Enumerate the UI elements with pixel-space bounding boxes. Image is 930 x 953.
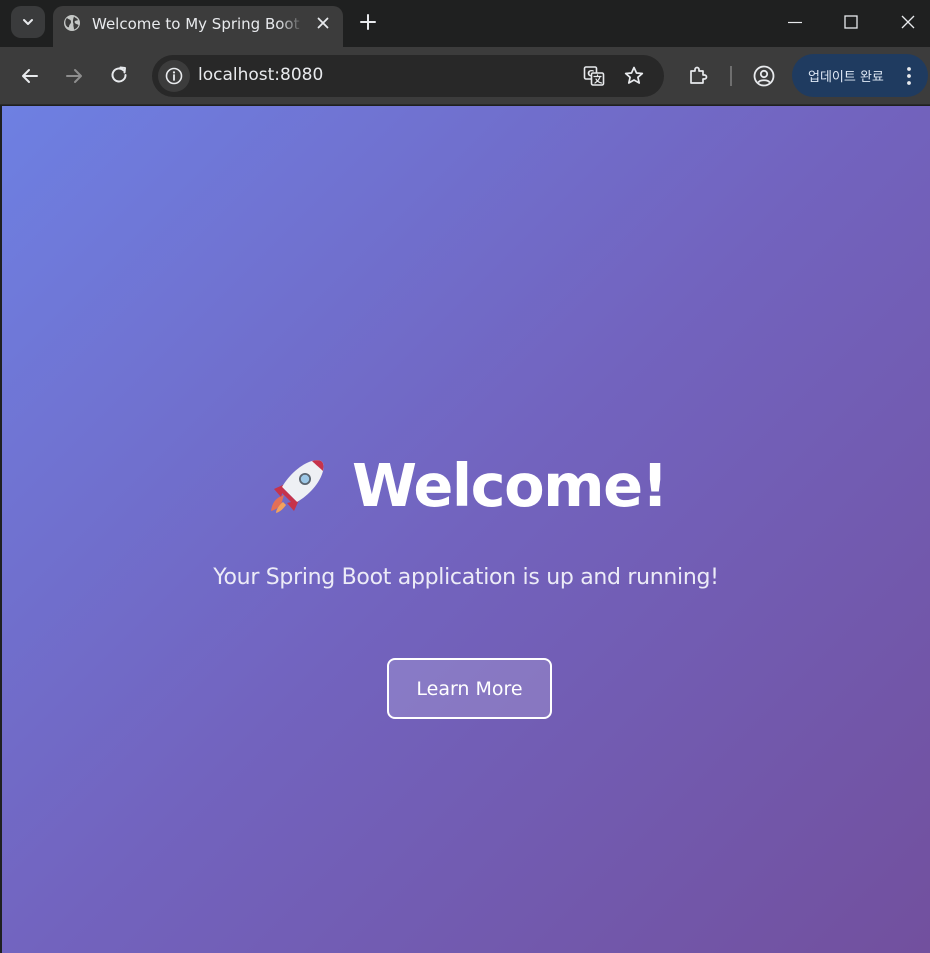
extensions-puzzle-icon[interactable] (686, 64, 710, 88)
toolbar-divider (730, 66, 732, 86)
kebab-menu-icon[interactable] (902, 65, 916, 87)
forward-arrow-icon[interactable] (62, 64, 86, 88)
hero-heading: Welcome! (2, 451, 930, 521)
page-title: Welcome! (351, 451, 669, 520)
page-subtitle: Your Spring Boot application is up and r… (213, 565, 719, 590)
browser-toolbar: localhost:8080 G 업데이트 완료 (0, 47, 930, 105)
learn-more-button[interactable]: Learn More (387, 658, 552, 719)
reload-icon[interactable] (107, 63, 131, 87)
site-info-button[interactable] (158, 60, 190, 92)
update-complete-button[interactable]: 업데이트 완료 (792, 54, 928, 97)
active-tab[interactable]: Welcome to My Spring Boot Application (53, 6, 343, 47)
globe-icon (64, 15, 80, 31)
new-tab-plus-icon[interactable] (357, 11, 379, 33)
tab-title: Welcome to My Spring Boot Application (92, 15, 304, 33)
minimize-icon[interactable] (782, 9, 808, 35)
profile-avatar-icon[interactable] (752, 64, 776, 88)
close-tab-icon[interactable] (314, 14, 332, 32)
page-content: Welcome! Your Spring Boot application is… (2, 106, 930, 953)
bookmark-star-icon[interactable] (622, 64, 646, 88)
back-arrow-icon[interactable] (18, 64, 42, 88)
translate-icon[interactable]: G (582, 64, 606, 88)
tab-search-button[interactable] (11, 6, 45, 38)
chevron-down-icon (23, 19, 33, 25)
browser-window: Welcome to My Spring Boot Application (0, 0, 930, 953)
url-text[interactable]: localhost:8080 (198, 65, 323, 85)
maximize-icon[interactable] (838, 9, 864, 35)
rocket-icon (270, 460, 324, 513)
update-label: 업데이트 완료 (808, 70, 884, 85)
address-bar[interactable]: localhost:8080 G (152, 55, 664, 97)
window-close-icon[interactable] (895, 9, 921, 35)
info-icon (165, 67, 183, 85)
tab-strip: Welcome to My Spring Boot Application (0, 0, 930, 47)
